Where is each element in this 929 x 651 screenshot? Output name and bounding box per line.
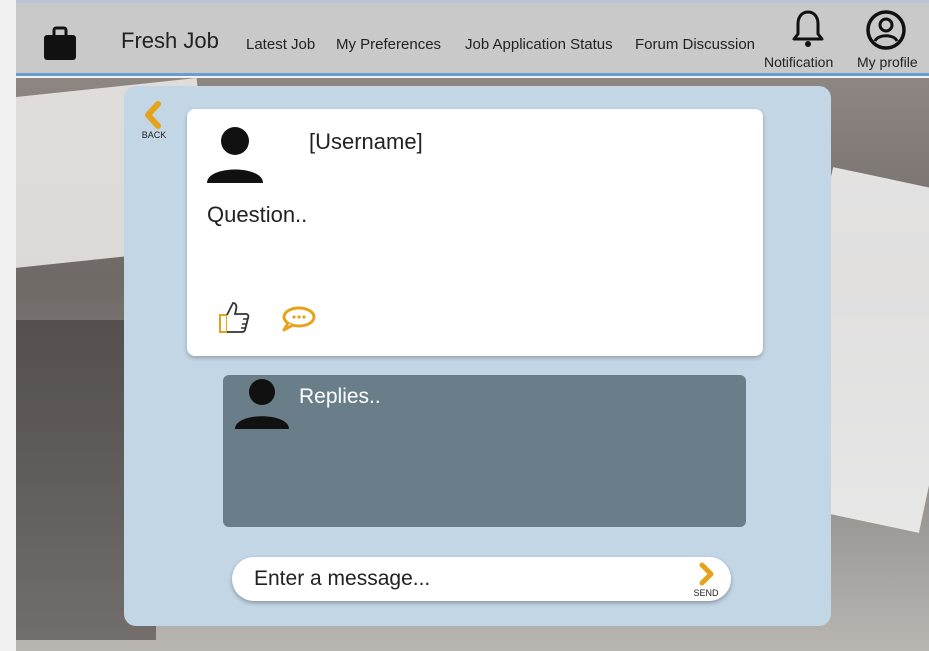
post-username: [Username] <box>309 129 423 154</box>
notification-label[interactable]: Notification <box>764 54 833 70</box>
chevron-left-icon <box>145 101 161 129</box>
nav-forum-discussion[interactable]: Forum Discussion <box>635 36 755 53</box>
post-question: Question.. <box>207 202 308 227</box>
question-card: [Username] Question.. <box>187 109 763 356</box>
nav-job-application-status[interactable]: Job Application Status <box>465 36 613 53</box>
notification-bell-icon[interactable] <box>791 9 825 49</box>
app-name: Fresh Job <box>121 28 219 53</box>
nav-my-preferences[interactable]: My Preferences <box>336 36 441 53</box>
reply-text: Replies.. <box>299 385 381 408</box>
send-label: SEND <box>693 588 719 598</box>
message-input[interactable] <box>254 563 674 595</box>
profile-icon[interactable] <box>865 9 907 51</box>
comment-icon[interactable] <box>280 305 316 333</box>
reply-box: Replies.. <box>223 375 746 527</box>
briefcase-icon <box>44 26 76 60</box>
send-button[interactable]: SEND <box>688 561 724 599</box>
nav-latest-job[interactable]: Latest Job <box>246 36 315 53</box>
my-profile-label[interactable]: My profile <box>857 54 918 70</box>
message-bar: SEND <box>232 557 731 601</box>
back-button[interactable]: BACK <box>136 100 172 144</box>
reply-avatar-icon <box>235 379 289 429</box>
chevron-right-icon <box>699 562 714 586</box>
thumbs-up-icon[interactable] <box>217 299 251 335</box>
user-avatar-icon <box>207 127 263 183</box>
app-frame: Fresh Job Latest Job My Preferences Job … <box>16 0 929 651</box>
back-label: BACK <box>141 130 167 140</box>
top-navigation-bar: Fresh Job Latest Job My Preferences Job … <box>16 0 929 76</box>
